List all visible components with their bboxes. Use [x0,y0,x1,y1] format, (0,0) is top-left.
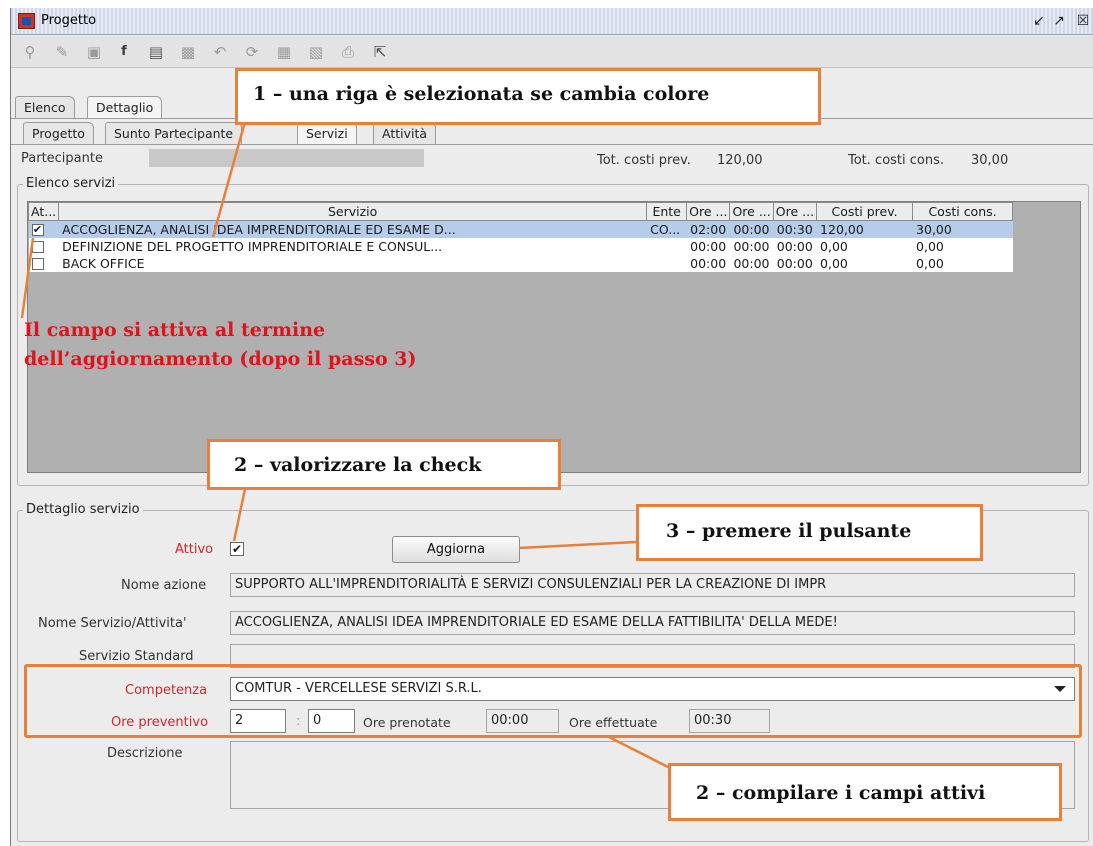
callout3-leader [518,540,637,550]
note-line-2: dell’aggiornamento (dopo il passo 3) [24,348,417,370]
active-fields-highlight [24,664,1082,738]
callout-2a: 2 – valorizzare la check [207,439,561,490]
callout2a-leader [232,488,247,542]
callout-3: 3 – premere il pulsante [636,504,983,561]
callout1-leader [211,117,248,238]
callout-2b: 2 – compilare i campi attivi [668,763,1062,821]
activation-note: Il campo si attiva al termine dell’aggio… [24,316,416,374]
callout-1: 1 – una riga è selezionata se cambia col… [235,68,821,125]
note-line-1: Il campo si attiva al termine [24,319,326,341]
callout2b-leader [608,735,671,770]
note-leader [20,237,35,319]
